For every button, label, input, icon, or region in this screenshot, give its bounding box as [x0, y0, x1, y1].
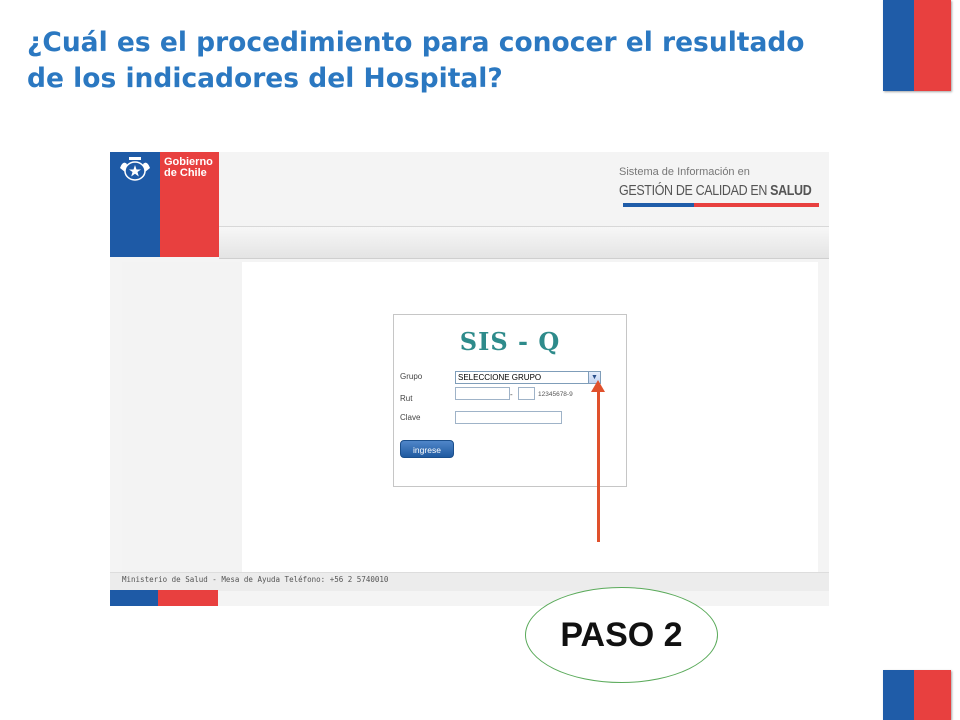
- login-panel: SIS - Q Grupo SELECCIONE GRUPO ▼ Rut - 1…: [393, 314, 627, 487]
- clave-input[interactable]: [455, 411, 562, 424]
- app-header: Sistema de Información en GESTIÓN DE CAL…: [219, 152, 829, 222]
- grupo-label: Grupo: [400, 372, 423, 381]
- footer-text: Ministerio de Salud - Mesa de Ayuda Telé…: [122, 575, 389, 584]
- login-title: SIS - Q: [459, 327, 561, 356]
- rut-hint: 12345678-9: [538, 391, 573, 398]
- coat-of-arms-icon: [120, 157, 150, 181]
- slide-title: ¿Cuál es el procedimiento para conocer e…: [27, 27, 805, 94]
- rut-label: Rut: [400, 394, 413, 403]
- rut-dash: -: [510, 390, 513, 399]
- chile-flag-bottom-decoration: [883, 670, 951, 720]
- left-column: [122, 262, 242, 572]
- rut-dv-input[interactable]: [518, 387, 535, 400]
- header-color-bar: [623, 203, 819, 207]
- footer-flag-decoration: [110, 590, 218, 606]
- embedded-screenshot: Gobierno de Chile Sistema de Información…: [110, 152, 829, 606]
- header-system-name: GESTIÓN DE CALIDAD EN SALUD: [619, 183, 812, 199]
- pointer-arrow: [597, 389, 600, 542]
- logo-line-2: de Chile: [164, 167, 207, 179]
- menu-bar: [219, 226, 829, 259]
- ingrese-button[interactable]: ingrese: [400, 440, 454, 458]
- chile-flag-top-decoration: [883, 0, 951, 91]
- gobierno-de-chile-logo: Gobierno de Chile: [110, 152, 219, 257]
- grupo-select-value: SELECCIONE GRUPO: [458, 373, 542, 382]
- clave-label: Clave: [400, 413, 421, 422]
- rut-input[interactable]: [455, 387, 510, 400]
- paso-callout: PASO 2: [525, 587, 718, 683]
- grupo-select[interactable]: SELECCIONE GRUPO ▼: [455, 371, 601, 384]
- header-subtitle: Sistema de Información en: [619, 166, 750, 178]
